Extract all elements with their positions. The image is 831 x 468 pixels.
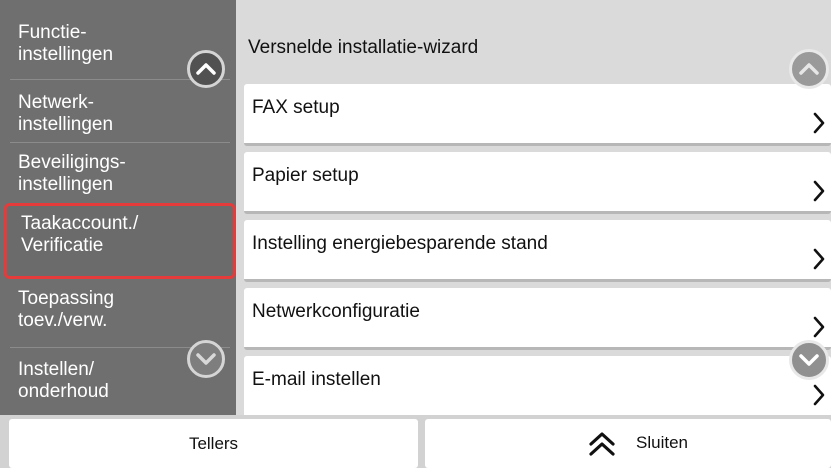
list-item-netwerkconfiguratie[interactable]: Netwerkconfiguratie: [244, 288, 831, 350]
main-panel: Versnelde installatie-wizard FAX setup P…: [236, 0, 831, 415]
chevron-right-icon: [813, 384, 825, 406]
page-title-bar: Versnelde installatie-wizard: [236, 0, 831, 84]
list-item-fax-setup[interactable]: FAX setup: [244, 84, 831, 146]
chevron-right-icon: [813, 248, 825, 270]
page-title: Versnelde installatie-wizard: [248, 37, 479, 58]
sidebar-scroll-down-button[interactable]: [187, 340, 225, 378]
sluiten-button[interactable]: Sluiten: [425, 419, 831, 468]
list-item-label: Netwerkconfiguratie: [252, 301, 420, 322]
sidebar-item-netwerk-instellingen[interactable]: Netwerk- instellingen: [0, 88, 236, 150]
sidebar-item-label: Toepassing toev./verw.: [18, 288, 115, 331]
list-item-label: FAX setup: [252, 97, 340, 118]
sidebar-item-taakaccount-verificatie[interactable]: Taakaccount./ Verificatie: [4, 203, 236, 279]
sidebar-item-label: Taakaccount./ Verificatie: [21, 213, 139, 256]
list-item-e-mail-instellen[interactable]: E-mail instellen: [244, 356, 831, 415]
sidebar-divider: [10, 142, 230, 143]
tellers-label: Tellers: [188, 434, 239, 453]
chevron-up-icon: [799, 63, 819, 75]
sidebar-scroll-up-button[interactable]: [187, 50, 225, 88]
sidebar-item-beveiligings-instellingen[interactable]: Beveiligings- instellingen: [0, 148, 236, 210]
tellers-button[interactable]: Tellers: [9, 419, 418, 468]
chevron-up-icon: [196, 63, 216, 75]
list-item-label: Instelling energiebesparende stand: [252, 233, 548, 254]
list-scroll-up-button[interactable]: [789, 49, 829, 89]
sidebar-item-label: Netwerk- instellingen: [18, 92, 114, 135]
chevron-down-icon: [196, 353, 216, 365]
double-chevron-up-icon: [589, 432, 615, 456]
list-item-energiebesparende-stand[interactable]: Instelling energiebesparende stand: [244, 220, 831, 282]
chevron-right-icon: [813, 316, 825, 338]
list-item-label: E-mail instellen: [252, 369, 381, 390]
bottom-bar: Tellers Sluiten: [0, 415, 831, 468]
sluiten-label: Sluiten: [636, 433, 688, 452]
list-item-label: Papier setup: [252, 165, 359, 186]
sidebar-item-toepassing[interactable]: Toepassing toev./verw.: [0, 284, 236, 346]
chevron-down-icon: [799, 354, 819, 366]
list-item-papier-setup[interactable]: Papier setup: [244, 152, 831, 214]
sidebar-item-label: Beveiligings- instellingen: [18, 152, 126, 195]
chevron-right-icon: [813, 112, 825, 134]
chevron-right-icon: [813, 180, 825, 202]
list-scroll-down-button[interactable]: [789, 340, 829, 380]
sidebar: Functie- instellingen Netwerk- instellin…: [0, 0, 236, 415]
